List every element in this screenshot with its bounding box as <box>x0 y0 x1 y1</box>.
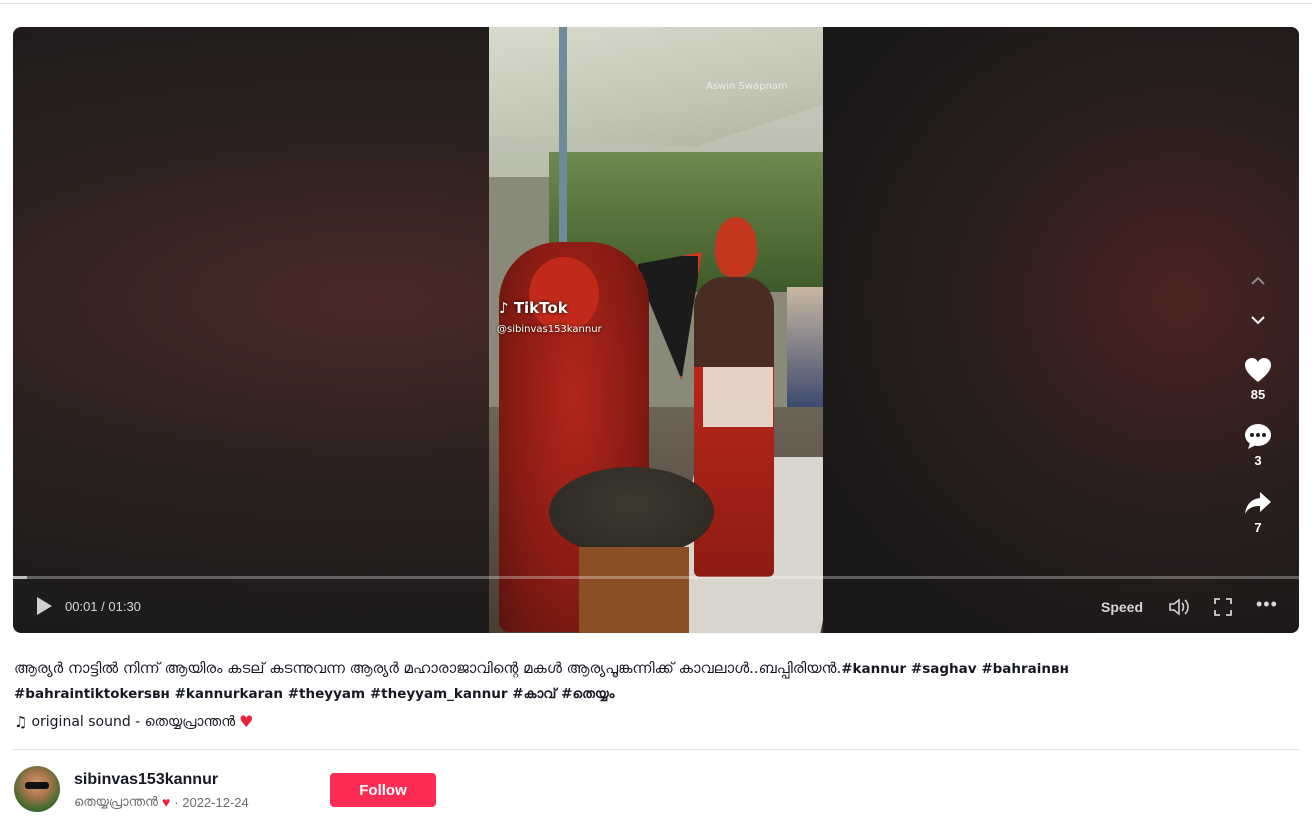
hashtag[interactable]: #bahraintiktokersʙʜ <box>14 686 170 702</box>
share-icon <box>1245 492 1271 514</box>
tiktok-note-icon: ♪ <box>499 299 509 317</box>
comment-count: 3 <box>1254 453 1262 468</box>
tiktok-logo: ♪ TikTok <box>499 299 568 317</box>
hashtag[interactable]: #കാവ് <box>512 686 556 702</box>
heart-emoji-icon: ♥ <box>239 712 254 731</box>
sound-label: original sound - തെയ്യപ്രാന്തൻ <box>31 713 236 730</box>
video-time: 00:01 / 01:30 <box>65 599 141 614</box>
video-player[interactable]: Aswin Swapnam ♪ TikTok @sibinvas153kannu… <box>13 27 1299 633</box>
next-video-button[interactable] <box>1241 306 1275 340</box>
share-button[interactable]: 7 <box>1243 490 1273 535</box>
video-progress-bar[interactable] <box>13 576 1299 579</box>
frame-basket <box>549 467 714 557</box>
chevron-up-icon <box>1251 276 1265 285</box>
comment-icon <box>1245 424 1271 449</box>
video-progress-fill <box>13 576 28 579</box>
like-count: 85 <box>1250 387 1266 402</box>
more-options-icon[interactable]: ••• <box>1256 594 1278 615</box>
section-divider <box>12 749 1300 750</box>
tiktok-logo-text: TikTok <box>513 299 568 317</box>
hashtag[interactable]: #saghav <box>911 661 977 677</box>
hashtag[interactable]: #bahrainʙʜ <box>981 661 1069 677</box>
frame-headdress <box>529 257 599 332</box>
frame-white-cloth <box>703 367 773 427</box>
music-link[interactable]: ♫ original sound - തെയ്യപ്രാന്തൻ ♥ <box>14 712 253 731</box>
like-button[interactable]: 85 <box>1243 357 1273 402</box>
hashtag[interactable]: #theyyam <box>288 686 365 702</box>
author-meta: തെയ്യപ്രാന്തൻ ♥ · 2022-12-24 <box>74 794 249 810</box>
volume-icon <box>1169 598 1189 616</box>
frame-red-cap <box>715 217 757 277</box>
top-divider <box>0 3 1312 4</box>
comment-button[interactable]: 3 <box>1243 423 1273 468</box>
tiktok-watermark-user: @sibinvas153kannur <box>497 324 602 335</box>
heart-icon <box>1245 358 1271 382</box>
frame-bystander <box>787 287 823 407</box>
video-watermark: Aswin Swapnam <box>706 81 788 92</box>
video-controls: 00:01 / 01:30 Speed ••• <box>13 593 1299 623</box>
caption-text: ആര്യർ നാട്ടിൽ നിന്ന് ആയിരം കടല് കടന്നുവന… <box>14 659 842 677</box>
play-icon[interactable] <box>37 597 52 615</box>
avatar[interactable] <box>14 766 60 812</box>
fullscreen-button[interactable] <box>1213 597 1233 620</box>
hashtag[interactable]: #തെയ്യം <box>561 686 614 702</box>
hashtag[interactable]: #kannurkaran <box>175 686 283 702</box>
chevron-down-icon <box>1251 316 1265 325</box>
avatar-sunglasses <box>25 782 49 789</box>
frame-standing-man <box>694 277 774 577</box>
author-username[interactable]: sibinvas153kannur <box>74 771 218 789</box>
video-blur-background <box>823 27 1299 633</box>
fullscreen-icon <box>1214 598 1232 616</box>
author-nickname: തെയ്യപ്രാന്തൻ <box>74 794 158 809</box>
video-frame[interactable]: Aswin Swapnam ♪ TikTok @sibinvas153kannu… <box>489 27 823 633</box>
previous-video-button[interactable] <box>1241 267 1275 301</box>
hashtag[interactable]: #theyyam_kannur <box>370 686 508 702</box>
follow-button[interactable]: Follow <box>330 773 436 807</box>
post-date: · 2022-12-24 <box>174 794 249 810</box>
music-note-icon: ♫ <box>14 712 28 731</box>
volume-button[interactable] <box>1168 597 1190 620</box>
share-count: 7 <box>1254 520 1262 535</box>
speed-button[interactable]: Speed <box>1101 599 1143 615</box>
heart-emoji-icon: ♥ <box>161 794 171 810</box>
video-caption: ആര്യർ നാട്ടിൽ നിന്ന് ആയിരം കടല് കടന്നുവന… <box>14 656 1294 706</box>
hashtag[interactable]: #kannur <box>841 661 906 677</box>
